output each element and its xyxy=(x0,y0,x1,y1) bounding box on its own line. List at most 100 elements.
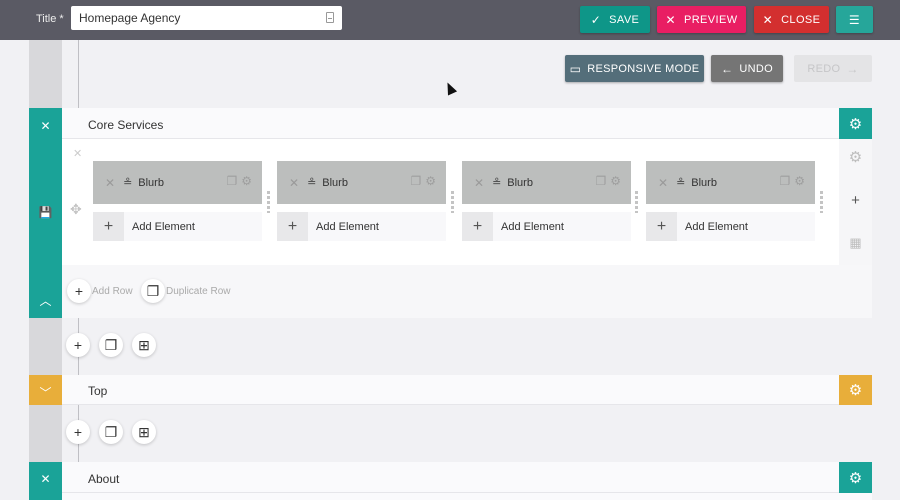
section-title: About xyxy=(88,472,120,486)
section-title: Top xyxy=(88,384,108,398)
add-element-label: Add Element xyxy=(501,220,564,233)
document-icon[interactable] xyxy=(326,12,334,23)
blurb-icon: ≗ xyxy=(676,177,686,189)
close-icon: ✕ xyxy=(665,12,676,27)
blurb-element[interactable]: ✕ ≗ Blurb ❐ ⚙ xyxy=(277,161,446,204)
remove-section-icon[interactable]: ✕ xyxy=(29,472,62,486)
expand-section-icon[interactable]: ﹀ xyxy=(29,384,62,401)
blurb-icon: ≗ xyxy=(307,177,317,189)
add-element-button[interactable]: + Add Element xyxy=(462,212,631,241)
add-template-icon: ⊞ xyxy=(138,423,150,440)
section-header-about[interactable]: About xyxy=(62,462,839,493)
remove-element-icon[interactable]: ✕ xyxy=(474,176,484,190)
duplicate-row-button[interactable]: ❐ xyxy=(141,279,165,303)
section-strip-top-spacer xyxy=(29,40,62,108)
add-element-label: Add Element xyxy=(132,220,195,233)
element-label: Blurb xyxy=(138,176,164,189)
section-body-about xyxy=(62,493,872,500)
duplicate-section-button[interactable]: ❐ xyxy=(99,420,123,444)
plus-icon: + xyxy=(646,212,677,241)
add-element-label: Add Element xyxy=(316,220,379,233)
collapse-section-icon[interactable]: ︿ xyxy=(29,292,62,309)
remove-element-icon[interactable]: ✕ xyxy=(289,176,299,190)
add-section-button[interactable]: + xyxy=(66,333,90,357)
mouse-cursor xyxy=(442,80,458,96)
add-element-button[interactable]: + Add Element xyxy=(93,212,262,241)
responsive-mode-button[interactable]: ▭ RESPONSIVE MODE xyxy=(565,55,704,82)
add-row-label[interactable]: Add Row xyxy=(92,286,133,297)
menu-button[interactable]: ☰ xyxy=(836,6,873,33)
blurb-element[interactable]: ✕ ≗ Blurb ❐ ⚙ xyxy=(646,161,815,204)
add-template-button[interactable]: ⊞ xyxy=(132,420,156,444)
add-element-button[interactable]: + Add Element xyxy=(646,212,815,241)
move-row-icon[interactable]: ✥ xyxy=(70,201,82,218)
plus-icon: + xyxy=(93,212,124,241)
copy-icon[interactable]: ❐ xyxy=(410,174,421,188)
remove-element-icon[interactable]: ✕ xyxy=(658,176,668,190)
column-resize-handle[interactable] xyxy=(635,191,638,213)
copy-icon[interactable]: ❐ xyxy=(595,174,606,188)
gear-icon: ⚙ xyxy=(848,382,863,399)
undo-button[interactable]: ← UNDO xyxy=(711,55,783,82)
row-gear-icon[interactable]: ⚙ xyxy=(839,148,872,166)
close-button[interactable]: ✕ CLOSE xyxy=(754,6,829,33)
column-resize-handle[interactable] xyxy=(820,191,823,213)
responsive-icon: ▭ xyxy=(569,61,582,76)
blurb-element[interactable]: ✕ ≗ Blurb ❐ ⚙ xyxy=(462,161,631,204)
title-input[interactable] xyxy=(71,6,342,30)
column: ✕ ≗ Blurb ❐ ⚙ + Add Element xyxy=(646,161,815,241)
save-button[interactable]: ✓ SAVE xyxy=(580,6,650,33)
undo-label: UNDO xyxy=(739,62,773,75)
column: ✕ ≗ Blurb ❐ ⚙ + Add Element xyxy=(462,161,631,241)
title-label: Title * xyxy=(36,13,64,25)
redo-label: REDO xyxy=(807,62,841,75)
add-template-button[interactable]: ⊞ xyxy=(132,333,156,357)
remove-section-icon[interactable]: ✕ xyxy=(29,119,62,133)
copy-icon[interactable]: ❐ xyxy=(226,174,237,188)
layout-icon[interactable]: ▦ xyxy=(839,235,872,251)
close-icon: ✕ xyxy=(762,12,774,27)
gear-icon: ⚙ xyxy=(848,469,863,487)
blurb-element[interactable]: ✕ ≗ Blurb ❐ ⚙ xyxy=(93,161,262,204)
arrow-left-icon: ← xyxy=(721,61,734,76)
duplicate-section-button[interactable]: ❐ xyxy=(99,333,123,357)
add-element-button[interactable]: + Add Element xyxy=(277,212,446,241)
top-bar: Title * ✓ SAVE ✕ PREVIEW ✕ CLOSE ☰ xyxy=(0,0,900,40)
blurb-icon: ≗ xyxy=(492,177,502,189)
column-resize-handle[interactable] xyxy=(267,191,270,213)
plus-icon: + xyxy=(73,337,83,353)
section-title: Core Services xyxy=(88,118,164,132)
remove-row-icon[interactable]: ✕ xyxy=(73,147,82,160)
preview-label: PREVIEW xyxy=(683,13,738,26)
plus-icon: + xyxy=(277,212,308,241)
gear-icon: ⚙ xyxy=(848,115,863,133)
responsive-label: RESPONSIVE MODE xyxy=(587,62,700,75)
section-settings-button[interactable]: ⚙ xyxy=(839,375,872,405)
add-element-label: Add Element xyxy=(685,220,748,233)
add-column-icon[interactable]: + xyxy=(839,192,872,209)
save-section-icon[interactable]: 💾 xyxy=(29,206,62,219)
duplicate-row-label[interactable]: Duplicate Row xyxy=(166,286,230,297)
preview-button[interactable]: ✕ PREVIEW xyxy=(657,6,746,33)
gear-icon[interactable]: ⚙ xyxy=(425,174,436,188)
gear-icon[interactable]: ⚙ xyxy=(610,174,621,188)
gear-icon[interactable]: ⚙ xyxy=(794,174,805,188)
section-settings-button[interactable]: ⚙ xyxy=(839,108,872,139)
save-label: SAVE xyxy=(609,13,640,26)
column: ✕ ≗ Blurb ❐ ⚙ + Add Element xyxy=(93,161,262,241)
menu-icon: ☰ xyxy=(848,12,861,27)
section-header-top[interactable]: Top xyxy=(62,375,839,405)
section-strip-spacer xyxy=(29,405,62,462)
gear-icon[interactable]: ⚙ xyxy=(241,174,252,188)
plus-icon: + xyxy=(73,424,83,440)
remove-element-icon[interactable]: ✕ xyxy=(105,176,115,190)
element-label: Blurb xyxy=(322,176,348,189)
add-row-button[interactable]: + xyxy=(67,279,91,303)
arrow-right-icon: → xyxy=(846,61,859,76)
copy-icon[interactable]: ❐ xyxy=(779,174,790,188)
section-settings-button[interactable]: ⚙ xyxy=(839,462,872,493)
add-section-button[interactable]: + xyxy=(66,420,90,444)
section-header-core-services[interactable]: Core Services xyxy=(62,108,839,139)
redo-button[interactable]: REDO → xyxy=(794,55,872,82)
column-resize-handle[interactable] xyxy=(451,191,454,213)
